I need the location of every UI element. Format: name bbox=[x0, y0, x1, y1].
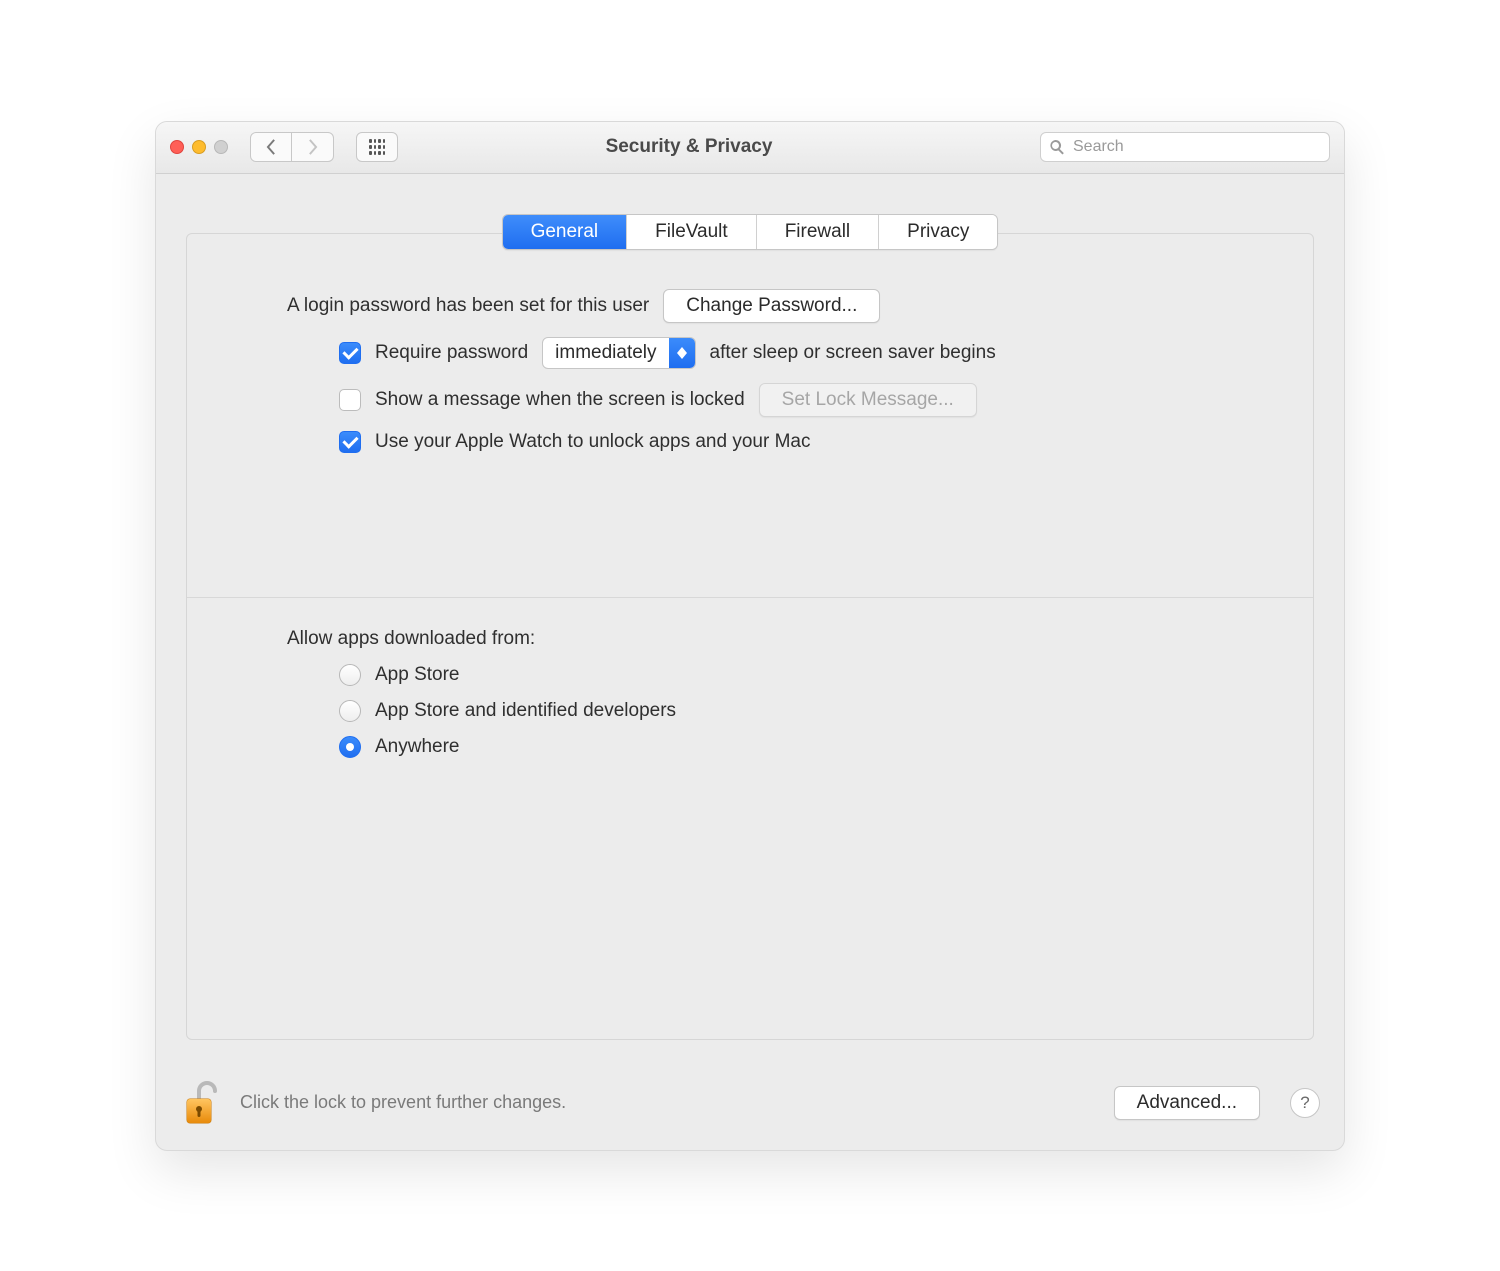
zoom-window-button[interactable] bbox=[214, 140, 228, 154]
allow-apps-radio-anywhere[interactable] bbox=[339, 736, 361, 758]
select-stepper-icon bbox=[669, 338, 695, 368]
help-button[interactable]: ? bbox=[1290, 1088, 1320, 1118]
tab-general[interactable]: General bbox=[503, 215, 627, 249]
advanced-button[interactable]: Advanced... bbox=[1114, 1086, 1260, 1120]
allow-apps-label-anywhere: Anywhere bbox=[375, 736, 460, 758]
apple-watch-checkbox[interactable] bbox=[339, 431, 361, 453]
apple-watch-label: Use your Apple Watch to unlock apps and … bbox=[375, 431, 810, 453]
tab-privacy[interactable]: Privacy bbox=[878, 215, 997, 249]
search-field[interactable] bbox=[1040, 132, 1330, 162]
back-button[interactable] bbox=[250, 132, 292, 162]
search-icon bbox=[1049, 139, 1065, 155]
titlebar: Security & Privacy bbox=[156, 122, 1344, 174]
change-password-button[interactable]: Change Password... bbox=[663, 289, 880, 323]
window-controls bbox=[170, 140, 228, 154]
chevron-right-icon bbox=[307, 139, 318, 155]
close-window-button[interactable] bbox=[170, 140, 184, 154]
allow-apps-radio-appstore[interactable] bbox=[339, 664, 361, 686]
lock-button[interactable] bbox=[180, 1078, 222, 1128]
footer: Click the lock to prevent further change… bbox=[156, 1060, 1344, 1150]
preferences-window: Security & Privacy General FileVault Fir… bbox=[155, 121, 1345, 1151]
allow-apps-label-appstore: App Store bbox=[375, 664, 460, 686]
set-lock-message-button: Set Lock Message... bbox=[759, 383, 977, 417]
require-password-label-after: after sleep or screen saver begins bbox=[710, 342, 996, 364]
search-input[interactable] bbox=[1071, 137, 1321, 157]
show-message-label: Show a message when the screen is locked bbox=[375, 389, 745, 411]
section-divider bbox=[187, 597, 1313, 598]
require-password-delay-select[interactable]: immediately bbox=[542, 337, 695, 369]
allow-apps-radio-identified[interactable] bbox=[339, 700, 361, 722]
require-password-checkbox[interactable] bbox=[339, 342, 361, 364]
require-password-label-before: Require password bbox=[375, 342, 528, 364]
show-message-checkbox[interactable] bbox=[339, 389, 361, 411]
minimize-window-button[interactable] bbox=[192, 140, 206, 154]
require-password-delay-value: immediately bbox=[543, 342, 668, 364]
allow-apps-label-identified: App Store and identified developers bbox=[375, 700, 676, 722]
general-panel: A login password has been set for this u… bbox=[186, 233, 1314, 1040]
lock-open-icon bbox=[181, 1079, 221, 1127]
forward-button[interactable] bbox=[292, 132, 334, 162]
chevron-left-icon bbox=[266, 139, 277, 155]
tab-bar: General FileVault Firewall Privacy bbox=[186, 214, 1314, 250]
content-area: General FileVault Firewall Privacy A log… bbox=[156, 174, 1344, 1060]
tab-firewall[interactable]: Firewall bbox=[756, 215, 878, 249]
tab-filevault[interactable]: FileVault bbox=[626, 215, 756, 249]
allow-apps-heading: Allow apps downloaded from: bbox=[287, 628, 535, 650]
nav-buttons bbox=[250, 132, 334, 162]
lock-hint-text: Click the lock to prevent further change… bbox=[240, 1092, 1096, 1113]
login-password-text: A login password has been set for this u… bbox=[287, 295, 649, 317]
window-title: Security & Privacy bbox=[350, 136, 1028, 158]
